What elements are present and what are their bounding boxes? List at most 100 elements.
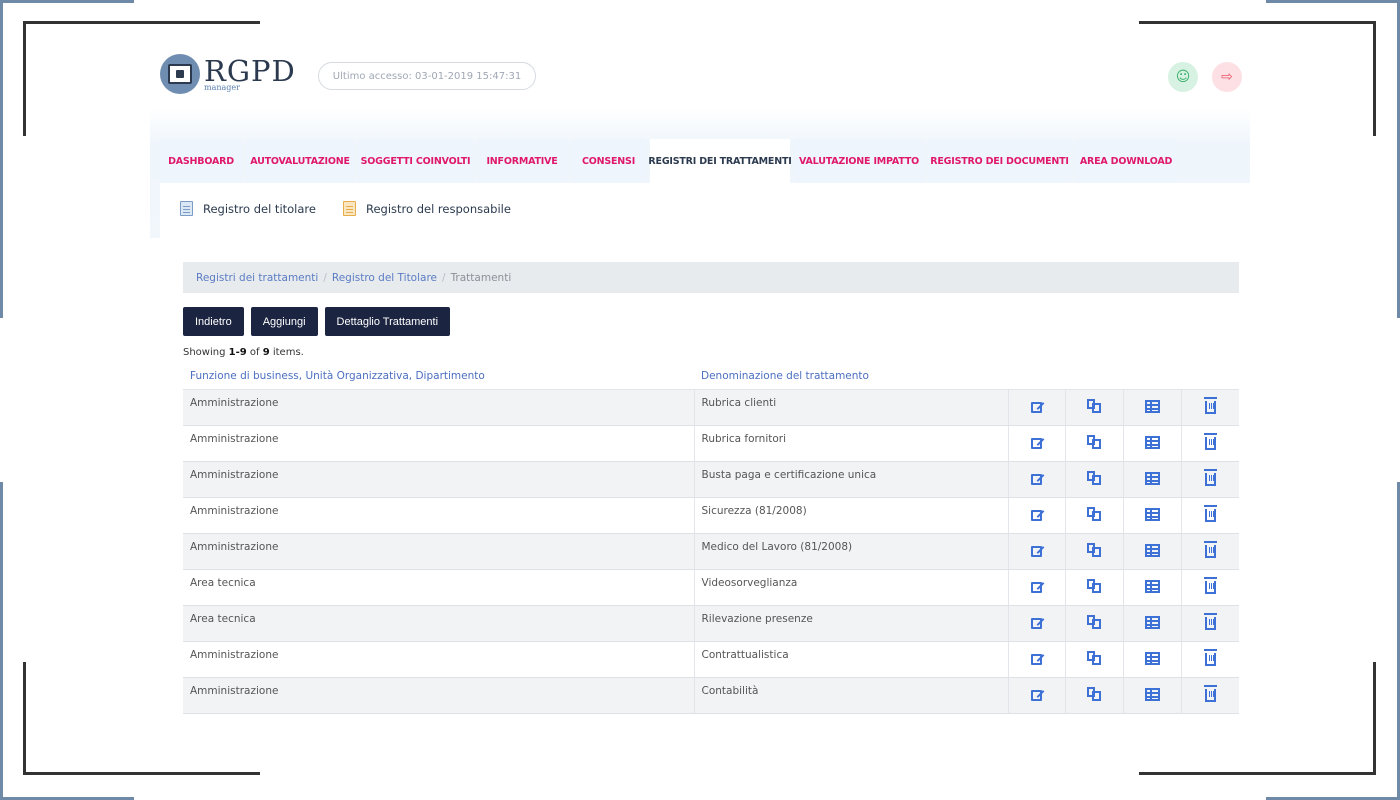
copy-icon[interactable] (1087, 471, 1101, 485)
delete-button[interactable] (1180, 461, 1239, 498)
delete-button[interactable] (1180, 605, 1239, 642)
copy-button[interactable] (1064, 605, 1123, 642)
edit-button[interactable] (1007, 389, 1065, 426)
edit-icon[interactable] (1031, 402, 1042, 413)
delete-button[interactable] (1180, 389, 1239, 426)
copy-button[interactable] (1064, 677, 1123, 714)
details-button[interactable] (1122, 569, 1181, 606)
user-profile-button[interactable]: ☺ (1168, 62, 1198, 92)
detail-button[interactable]: Dettaglio Trattamenti (324, 307, 451, 336)
logout-icon: ⇨ (1221, 69, 1233, 85)
details-button[interactable] (1122, 497, 1181, 534)
edit-button[interactable] (1007, 461, 1065, 498)
logout-button[interactable]: ⇨ (1212, 62, 1242, 92)
trash-icon[interactable] (1203, 541, 1217, 558)
trash-icon[interactable] (1203, 505, 1217, 522)
column-header-denominazione[interactable]: Denominazione del trattamento (694, 362, 1008, 390)
edit-icon[interactable] (1031, 654, 1042, 665)
trash-icon[interactable] (1203, 397, 1217, 414)
details-button[interactable] (1122, 533, 1181, 570)
cell-denominazione: Rubrica clienti (693, 389, 1008, 426)
breadcrumb-registro-titolare[interactable]: Registro del Titolare (332, 272, 437, 284)
copy-icon[interactable] (1087, 543, 1101, 557)
copy-icon[interactable] (1087, 435, 1101, 449)
logo-icon (160, 54, 200, 94)
table-icon[interactable] (1144, 579, 1160, 593)
edit-icon[interactable] (1031, 474, 1042, 485)
table-icon[interactable] (1144, 543, 1160, 557)
edit-icon[interactable] (1031, 618, 1042, 629)
edit-button[interactable] (1007, 425, 1065, 462)
delete-button[interactable] (1180, 677, 1239, 714)
details-button[interactable] (1122, 605, 1181, 642)
details-button[interactable] (1122, 641, 1181, 678)
trash-icon[interactable] (1203, 577, 1217, 594)
edit-button[interactable] (1007, 641, 1065, 678)
delete-button[interactable] (1180, 425, 1239, 462)
table-icon[interactable] (1144, 651, 1160, 665)
trash-icon[interactable] (1203, 685, 1217, 702)
trash-icon[interactable] (1203, 613, 1217, 630)
tab-soggetti-coinvolti[interactable]: SOGGETTI COINVOLTI (358, 139, 473, 183)
table-icon[interactable] (1144, 615, 1160, 629)
breadcrumb-registri[interactable]: Registri dei trattamenti (196, 272, 318, 284)
details-button[interactable] (1122, 389, 1181, 426)
table-row: Amministrazione Rubrica clienti (183, 389, 1239, 426)
copy-icon[interactable] (1087, 507, 1101, 521)
table-icon[interactable] (1144, 399, 1160, 413)
copy-button[interactable] (1064, 389, 1123, 426)
cell-denominazione: Sicurezza (81/2008) (693, 497, 1008, 534)
copy-icon[interactable] (1087, 615, 1101, 629)
add-button[interactable]: Aggiungi (250, 307, 318, 336)
tab-dashboard[interactable]: DASHBOARD (160, 139, 242, 183)
copy-button[interactable] (1064, 641, 1123, 678)
details-button[interactable] (1122, 425, 1181, 462)
copy-icon[interactable] (1087, 399, 1101, 413)
tab-area-download[interactable]: AREA DOWNLOAD (1075, 139, 1177, 183)
tab-valutazione-impatto[interactable]: VALUTAZIONE IMPATTO (794, 139, 924, 183)
edit-icon[interactable] (1031, 510, 1042, 521)
edit-icon[interactable] (1031, 546, 1042, 557)
trash-icon[interactable] (1203, 433, 1217, 450)
delete-button[interactable] (1180, 497, 1239, 534)
delete-button[interactable] (1180, 569, 1239, 606)
subnav-registro-titolare[interactable]: Registro del titolare (180, 201, 316, 216)
tab-registri-dei-trattamenti[interactable]: REGISTRI DEI TRATTAMENTI (648, 139, 792, 183)
cell-funzione: Amministrazione (183, 641, 694, 678)
tab-informative[interactable]: INFORMATIVE (477, 139, 567, 183)
edit-button[interactable] (1007, 569, 1065, 606)
column-header-funzione[interactable]: Funzione di business, Unità Organizzativ… (183, 362, 694, 390)
edit-icon[interactable] (1031, 438, 1042, 449)
copy-button[interactable] (1064, 569, 1123, 606)
subnav-registro-responsabile[interactable]: Registro del responsabile (343, 201, 511, 216)
copy-icon[interactable] (1087, 651, 1101, 665)
logo[interactable]: RGPD manager (160, 54, 296, 94)
details-button[interactable] (1122, 461, 1181, 498)
edit-button[interactable] (1007, 677, 1065, 714)
back-button[interactable]: Indietro (183, 307, 244, 336)
table-icon[interactable] (1144, 435, 1160, 449)
edit-icon[interactable] (1031, 690, 1042, 701)
delete-button[interactable] (1180, 641, 1239, 678)
copy-icon[interactable] (1087, 579, 1101, 593)
table-icon[interactable] (1144, 687, 1160, 701)
edit-icon[interactable] (1031, 582, 1042, 593)
tab-autovalutazione[interactable]: AUTOVALUTAZIONE (246, 139, 354, 183)
copy-button[interactable] (1064, 461, 1123, 498)
tab-consensi[interactable]: CONSENSI (571, 139, 646, 183)
delete-button[interactable] (1180, 533, 1239, 570)
tab-registro-dei-documenti[interactable]: REGISTRO DEI DOCUMENTI (928, 139, 1071, 183)
edit-button[interactable] (1007, 497, 1065, 534)
trash-icon[interactable] (1203, 469, 1217, 486)
details-button[interactable] (1122, 677, 1181, 714)
table-row: Amministrazione Contrattualistica (183, 641, 1239, 678)
edit-button[interactable] (1007, 605, 1065, 642)
table-icon[interactable] (1144, 471, 1160, 485)
table-icon[interactable] (1144, 507, 1160, 521)
edit-button[interactable] (1007, 533, 1065, 570)
copy-icon[interactable] (1087, 687, 1101, 701)
trash-icon[interactable] (1203, 649, 1217, 666)
copy-button[interactable] (1064, 425, 1123, 462)
copy-button[interactable] (1064, 497, 1123, 534)
copy-button[interactable] (1064, 533, 1123, 570)
